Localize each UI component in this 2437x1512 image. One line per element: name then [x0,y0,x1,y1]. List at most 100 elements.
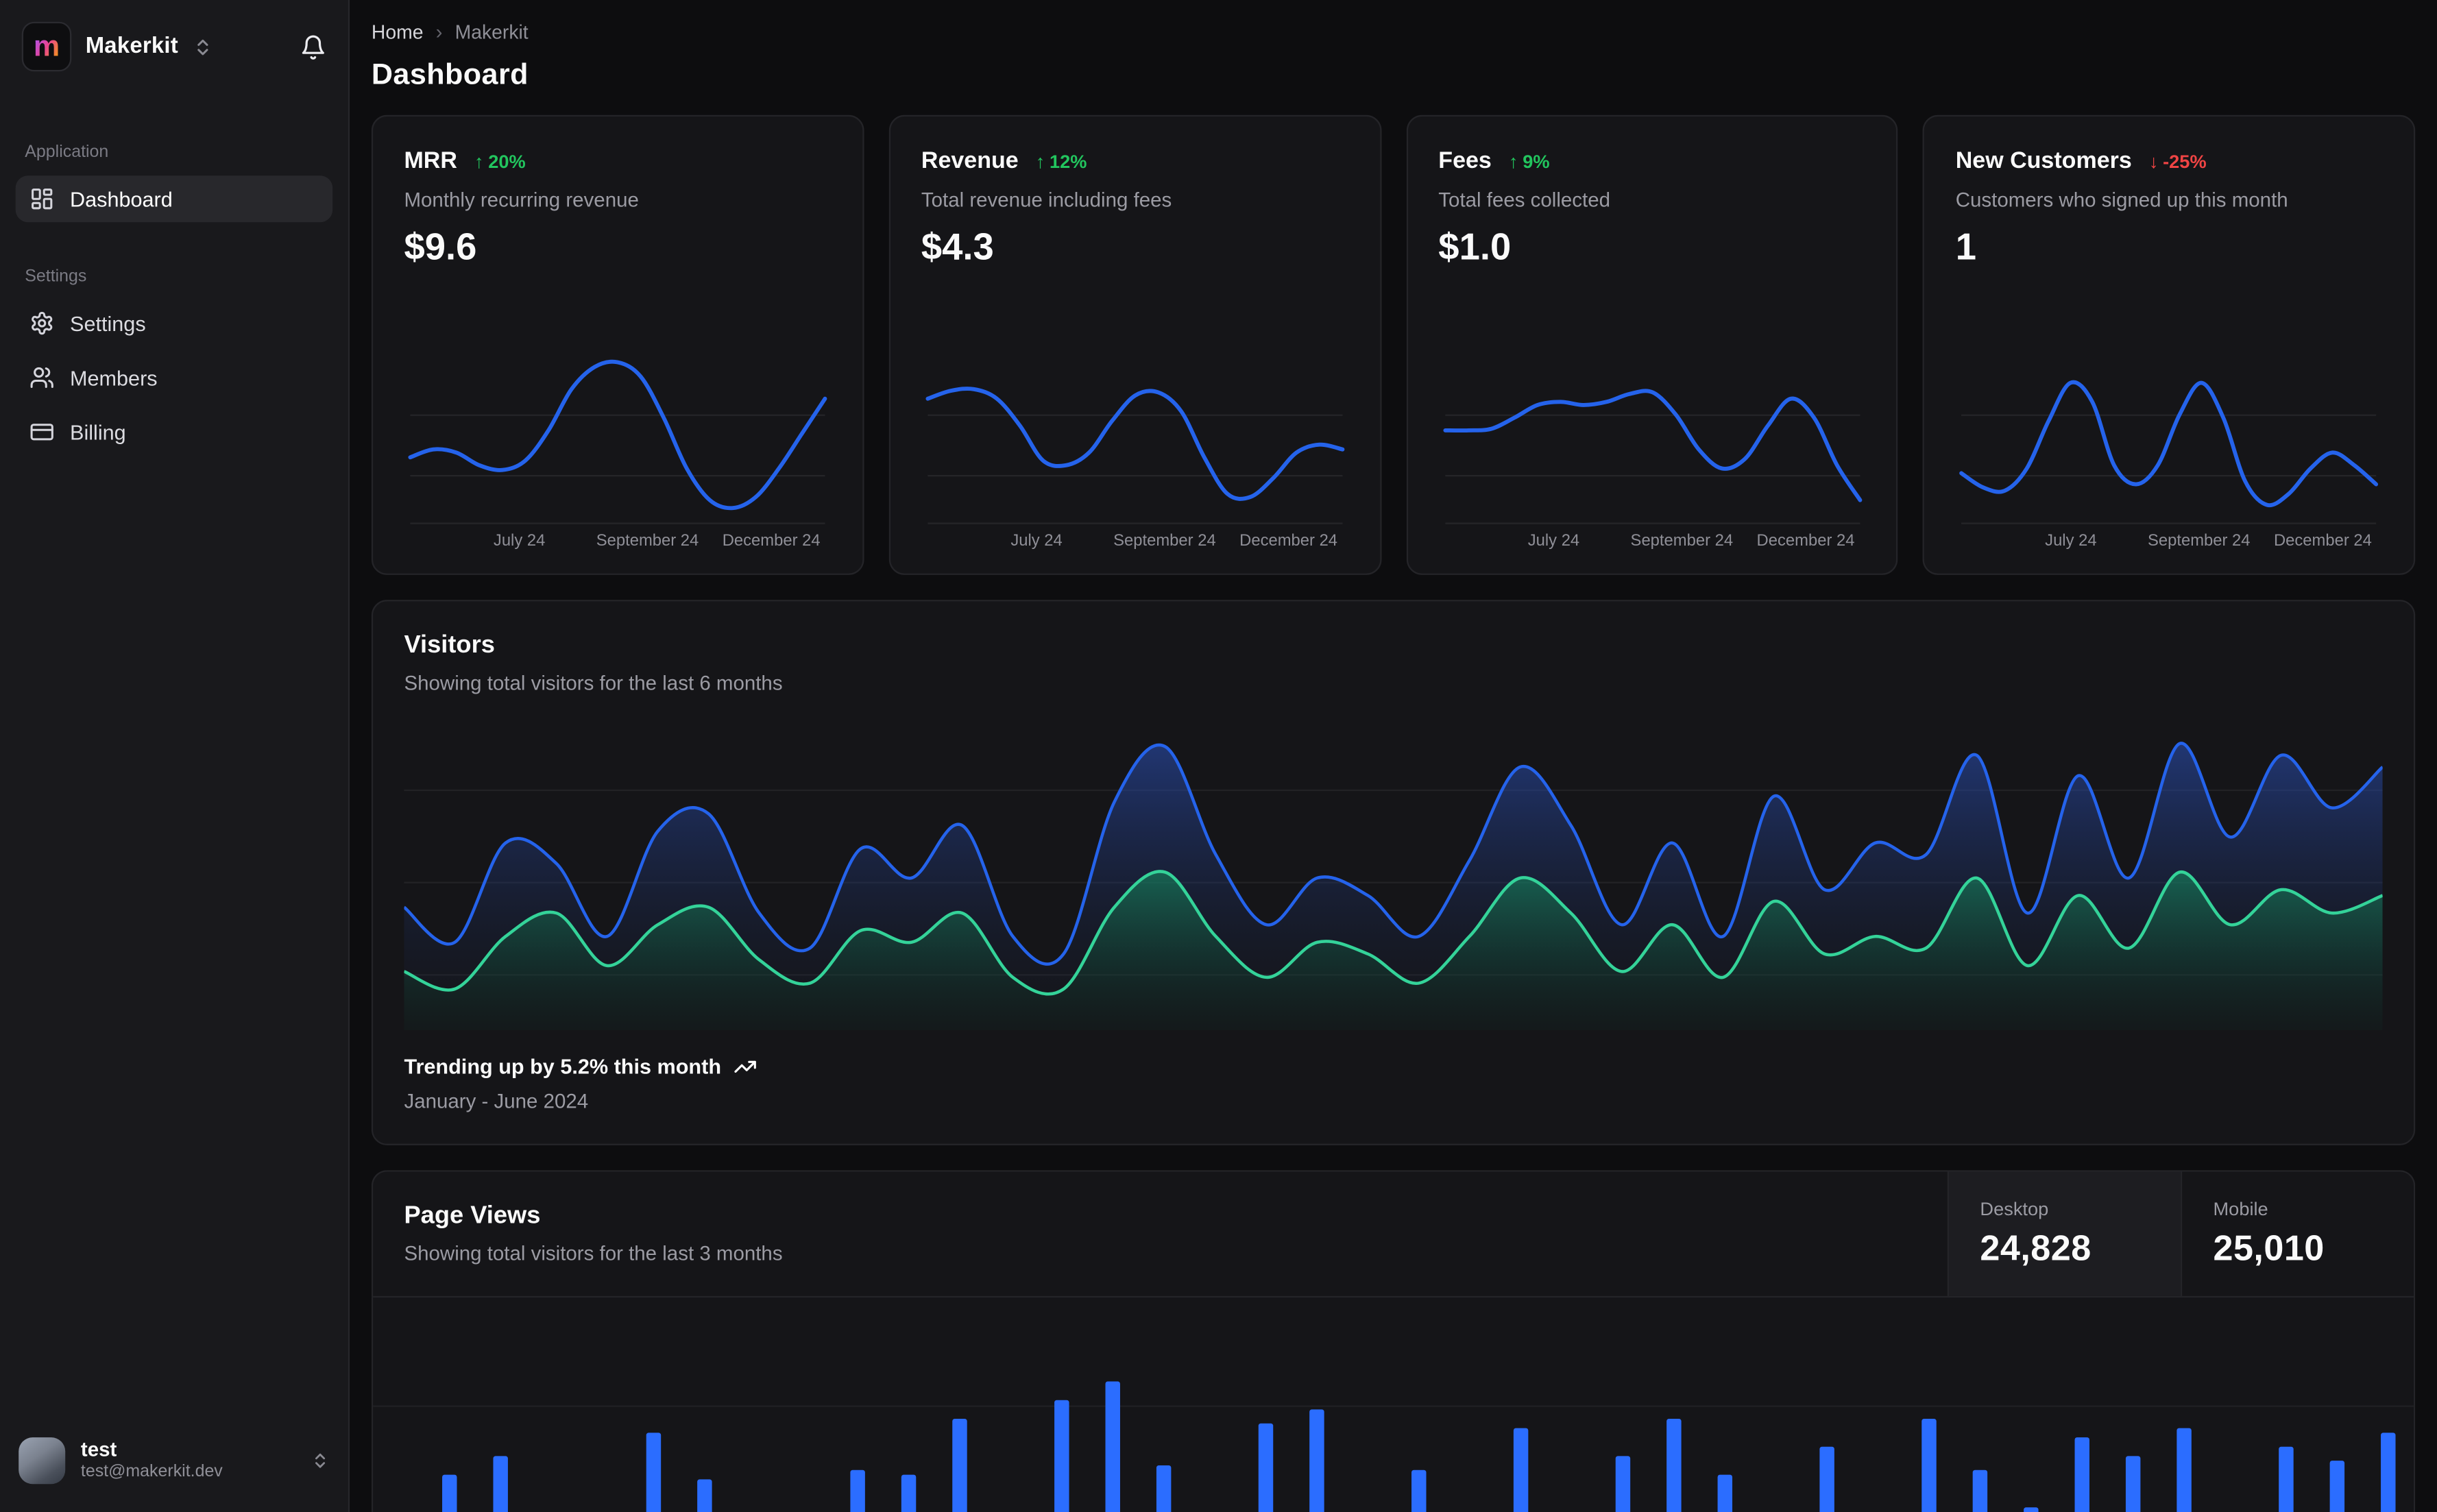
x-axis-labels: July 24 September 24 December 24 [404,531,831,554]
main-content: Home › Makerkit Dashboard MRR ↑ 20% Mont… [350,0,2437,1512]
stat-value: $4.3 [921,227,994,269]
trending-up-icon [734,1060,756,1073]
visitors-footer: Trending up by 5.2% this month January -… [404,1055,2382,1112]
page-views-bar-chart [373,1381,2414,1512]
visitors-period: January - June 2024 [404,1089,589,1113]
stat-card-fees: Fees ↑ 9% Total fees collected $1.0 July… [1405,114,1898,575]
x-axis-labels: July 24 September 24 December 24 [1438,531,1865,554]
toggle-label: Desktop [1980,1198,2049,1220]
x-tick: December 24 [1239,531,1338,550]
toggle-label: Mobile [2213,1198,2268,1220]
new-customers-sparkline-chart [1959,380,2379,524]
trend-badge: ↑ 20% [474,150,526,172]
x-tick: September 24 [1113,531,1216,550]
sidebar-item-label: Dashboard [70,187,173,211]
chevrons-up-down-icon [311,1452,329,1470]
stat-title: Revenue [921,147,1019,174]
app-window: m Makerkit Application Dashboard Setting… [0,0,2437,1512]
sidebar-item-label: Billing [70,420,126,444]
user-menu[interactable]: test test@makerkit.dev [16,1431,333,1490]
trend-value: -25% [2163,149,2207,172]
makerkit-logo: m [21,21,72,72]
stat-subtitle: Monthly recurring revenue [404,188,639,212]
page-views-header: Page Views Showing total visitors for th… [373,1171,2414,1296]
x-tick: July 24 [2045,531,2097,550]
trend-value: 20% [488,149,526,172]
x-tick: July 24 [493,531,546,550]
sidebar-item-members[interactable]: Members [16,354,333,401]
stat-subtitle: Total revenue including fees [921,188,1172,212]
stat-card-new-customers: New Customers ↓ -25% Customers who signe… [1923,114,2416,575]
user-avatar [19,1437,66,1485]
x-tick: July 24 [1010,531,1063,550]
visitors-title: Visitors [404,632,495,659]
arrow-down-icon: ↓ [2148,149,2159,172]
stat-subtitle: Total fees collected [1438,188,1611,212]
sidebar-item-label: Members [70,365,158,389]
stat-value: 1 [1955,227,1977,269]
stat-title: New Customers [1955,147,2132,174]
stat-title: MRR [404,147,457,174]
x-tick: September 24 [596,531,699,550]
user-name: test [80,1437,117,1461]
arrow-up-icon: ↑ [474,149,484,172]
user-email: test@makerkit.dev [80,1463,223,1482]
page-views-title: Page Views [404,1202,541,1230]
credit-card-icon [30,424,53,441]
trend-badge: ↑ 9% [1509,150,1550,172]
users-icon [30,367,53,389]
arrow-up-icon: ↑ [1035,149,1045,172]
stats-row: MRR ↑ 20% Monthly recurring revenue $9.6… [371,114,2416,575]
visitors-subtitle: Showing total visitors for the last 6 mo… [404,671,783,695]
x-tick: September 24 [1630,531,1734,550]
breadcrumb: Home › Makerkit [372,20,2415,43]
x-tick: September 24 [2147,531,2251,550]
stat-card-revenue: Revenue ↑ 12% Total revenue including fe… [888,114,1381,575]
toggle-desktop[interactable]: Desktop 24,828 [1947,1171,2181,1296]
sidebar-section-settings: Settings [25,267,87,286]
page-views-card: Page Views Showing total visitors for th… [371,1170,2416,1512]
breadcrumb-home[interactable]: Home [372,21,424,43]
sidebar-item-billing[interactable]: Billing [16,409,333,455]
brand-name: Makerkit [85,34,178,60]
chevrons-up-down-icon [192,36,212,56]
team-switcher[interactable]: m Makerkit [16,19,333,75]
trend-badge: ↑ 12% [1036,150,1087,172]
toggle-value: 24,828 [1980,1228,2092,1269]
trend-value: 12% [1050,149,1087,172]
visitors-card: Visitors Showing total visitors for the … [371,600,2416,1145]
trend-value: 9% [1523,149,1550,172]
dashboard-icon [32,188,53,210]
page-views-chart-area [373,1295,2414,1512]
mrr-sparkline-chart [408,359,827,524]
toggle-mobile[interactable]: Mobile 25,010 [2180,1171,2414,1296]
sidebar-item-label: Settings [70,311,146,335]
x-axis-labels: July 24 September 24 December 24 [1956,531,2383,554]
stat-value: $1.0 [1438,227,1512,269]
stat-card-mrr: MRR ↑ 20% Monthly recurring revenue $9.6… [371,114,864,575]
x-tick: December 24 [722,531,821,550]
stat-title: Fees [1438,147,1492,174]
visitors-area-chart [404,742,2383,1031]
stat-subtitle: Customers who signed up this month [1955,188,2288,212]
notifications-bell-icon[interactable] [300,34,327,60]
sidebar-section-application: Application [25,143,109,162]
gear-icon [32,311,53,335]
toggle-value: 25,010 [2213,1228,2325,1269]
chevron-right-icon: › [435,20,443,44]
x-axis-labels: July 24 September 24 December 24 [921,531,1348,554]
fees-sparkline-chart [1442,389,1862,524]
visitors-trend-text: Trending up by 5.2% this month [404,1055,722,1079]
arrow-up-icon: ↑ [1508,149,1518,172]
page-views-subtitle: Showing total visitors for the last 3 mo… [404,1241,783,1265]
x-tick: December 24 [1756,531,1855,550]
sidebar-item-settings[interactable]: Settings [16,300,333,347]
sidebar: m Makerkit Application Dashboard Setting… [0,0,350,1512]
x-tick: December 24 [2273,531,2372,550]
revenue-sparkline-chart [925,387,1344,524]
sidebar-item-dashboard[interactable]: Dashboard [15,175,333,223]
breadcrumb-current: Makerkit [454,21,529,43]
trend-badge: ↓ -25% [2149,150,2207,172]
stat-value: $9.6 [404,227,477,269]
x-tick: July 24 [1527,531,1580,550]
